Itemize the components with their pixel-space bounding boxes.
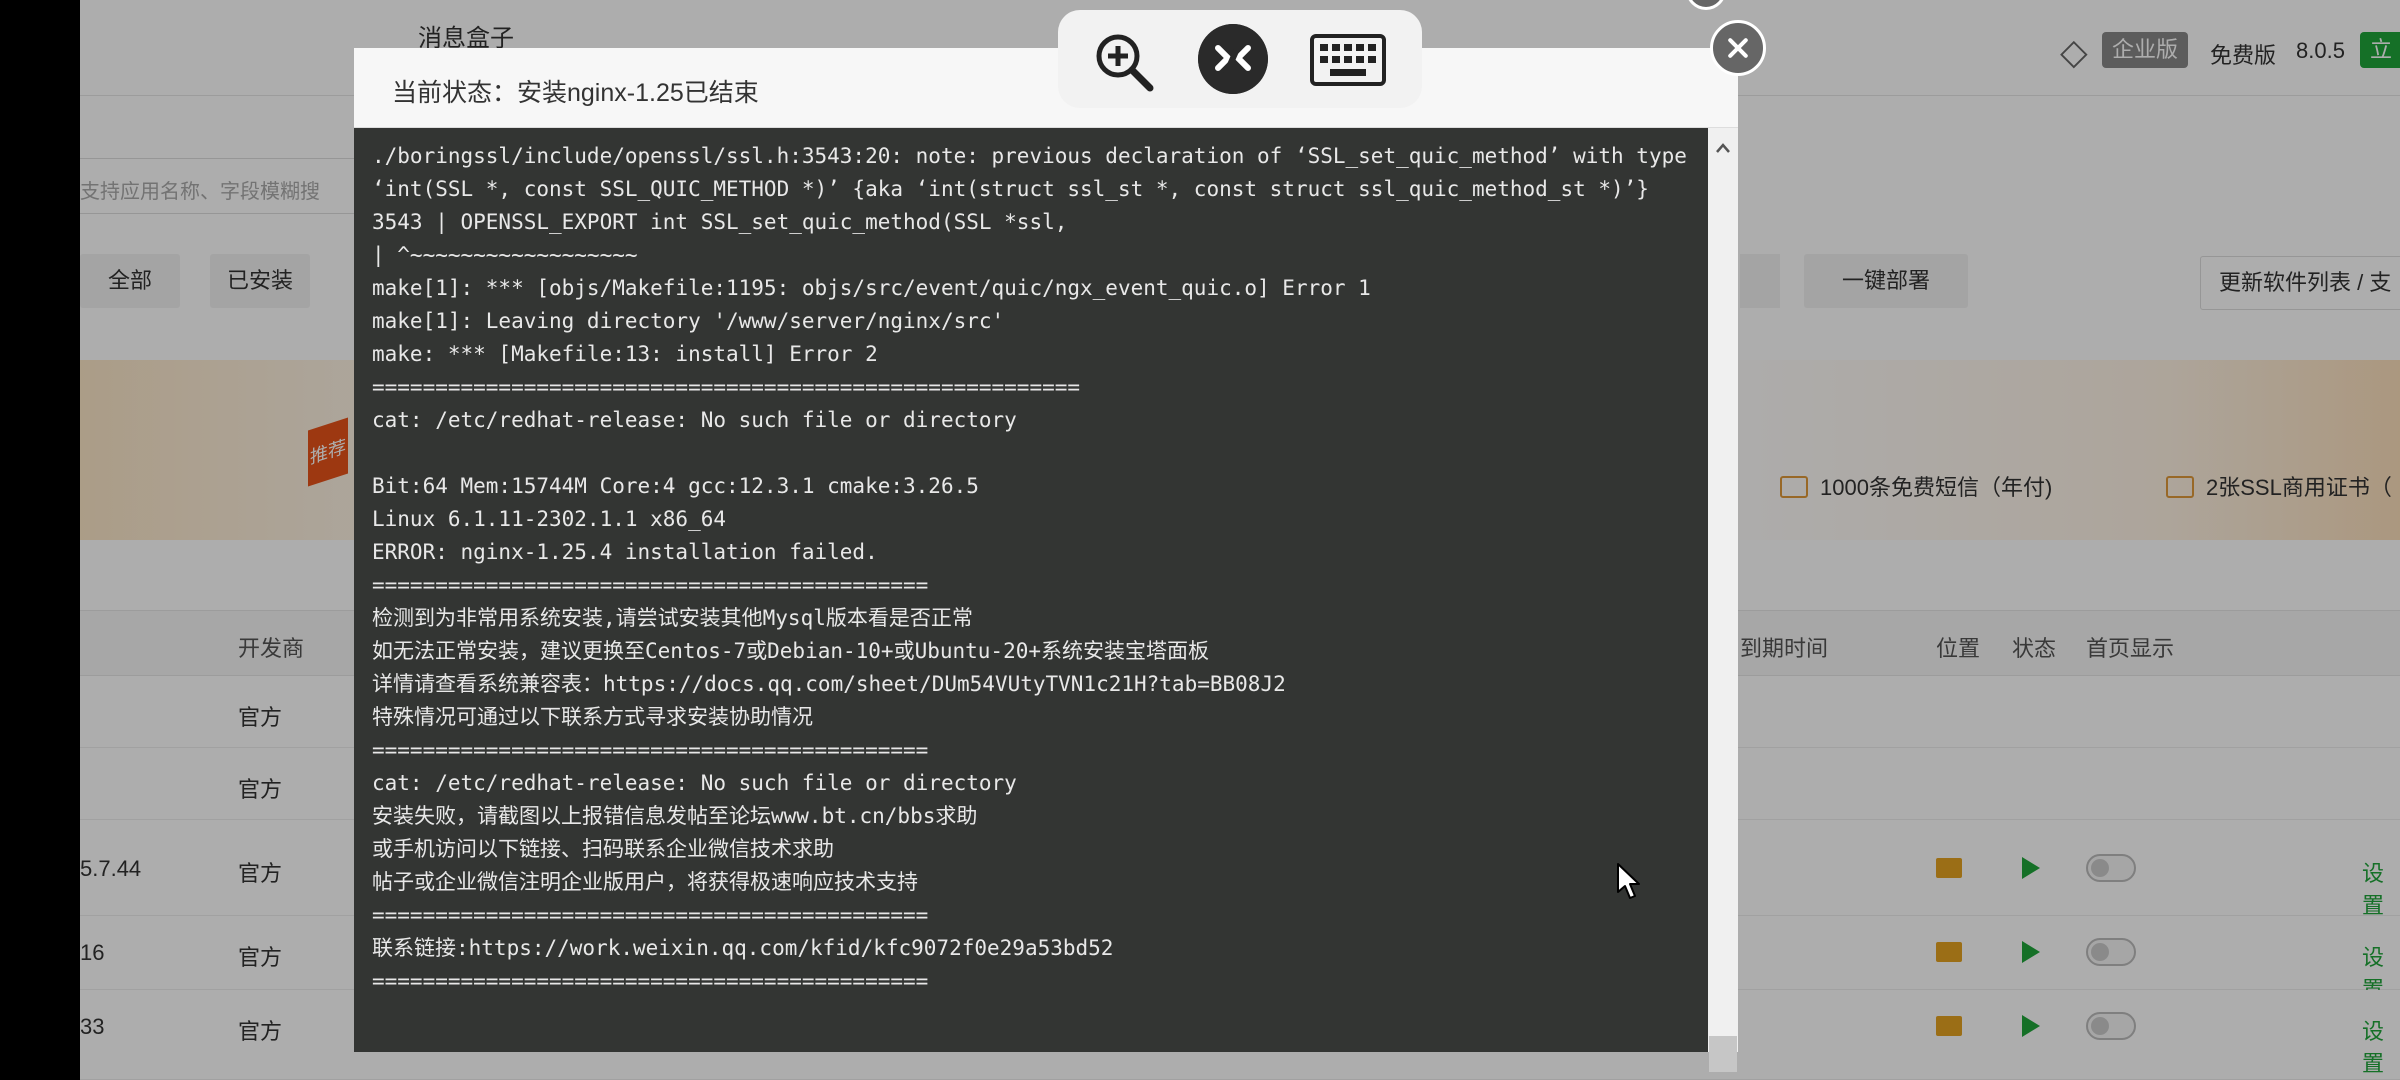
- log-line: 或手机访问以下链接、扫码联系企业微信技术求助: [372, 837, 834, 861]
- install-log-dialog: 当前状态：安装nginx-1.25已结束 ./boringssl/include…: [354, 48, 1738, 1072]
- log-line: 安装失败，请截图以上报错信息发帖至论坛www.bt.cn/bbs求助: [372, 804, 978, 828]
- log-line: 帖子或企业微信注明企业版用户，将获得极速响应技术支持: [372, 870, 918, 894]
- log-line: ========================================…: [372, 969, 929, 993]
- keyboard-icon[interactable]: [1310, 34, 1386, 86]
- log-line: | ^~~~~~~~~~~~~~~~~~~: [372, 243, 638, 267]
- remote-toolbar: [1058, 10, 1422, 108]
- mouse-cursor-icon: [1617, 863, 1640, 899]
- log-line: ========================================…: [372, 738, 929, 762]
- log-line: 检测到为非常用系统安装,请尝试安装其他Mysql版本看是否正常: [372, 606, 973, 630]
- log-line: Bit:64 Mem:15744M Core:4 gcc:12.3.1 cmak…: [372, 474, 979, 498]
- screen: 消息盒子 ◇ 企业版 免费版 8.0.5 立 支持应用名称、字段模糊搜 全部 已…: [0, 0, 2400, 1080]
- dialog-title: 当前状态：安装nginx-1.25已结束: [392, 79, 759, 107]
- log-scrollbar[interactable]: [1708, 128, 1738, 1072]
- scrollbar-thumb[interactable]: [1709, 1036, 1737, 1072]
- log-line: cat: /etc/redhat-release: No such file o…: [372, 771, 1017, 795]
- log-line: ========================================…: [372, 375, 1081, 399]
- dialog-header: 当前状态：安装nginx-1.25已结束: [354, 48, 1738, 128]
- log-line: 联系链接:https://work.weixin.qq.com/kfid/kfc…: [372, 936, 1114, 960]
- log-line: 如无法正常安装，建议更换至Centos-7或Debian-10+或Ubuntu-…: [372, 639, 1210, 663]
- log-line: ./boringssl/include/openssl/ssl.h:3543:2…: [372, 144, 1700, 201]
- scroll-up-icon[interactable]: [1714, 140, 1732, 158]
- log-line: ========================================…: [372, 573, 929, 597]
- log-line: Linux 6.1.11-2302.1.1 x86_64: [372, 507, 727, 531]
- log-line: make[1]: Leaving directory '/www/server/…: [372, 309, 1005, 333]
- log-line: ========================================…: [372, 903, 929, 927]
- log-line: 特殊情况可通过以下联系方式寻求安装协助情况: [372, 705, 813, 729]
- log-line: make[1]: *** [objs/Makefile:1195: objs/s…: [372, 276, 1371, 300]
- log-line: 3543 | OPENSSL_EXPORT int SSL_set_quic_m…: [372, 210, 1068, 234]
- remote-desktop-icon[interactable]: [1198, 24, 1268, 94]
- log-line: cat: /etc/redhat-release: No such file o…: [372, 408, 1017, 432]
- log-line: 详情请查看系统兼容表：https://docs.qq.com/sheet/DUm…: [372, 672, 1286, 696]
- install-log-output[interactable]: ./boringssl/include/openssl/ssl.h:3543:2…: [372, 140, 1702, 1040]
- log-line: ERROR: nginx-1.25.4 installation failed.: [372, 540, 878, 564]
- dialog-close-button[interactable]: [1710, 20, 1766, 76]
- log-line: make: *** [Makefile:13: install] Error 2: [372, 342, 878, 366]
- zoom-in-icon[interactable]: [1092, 30, 1156, 94]
